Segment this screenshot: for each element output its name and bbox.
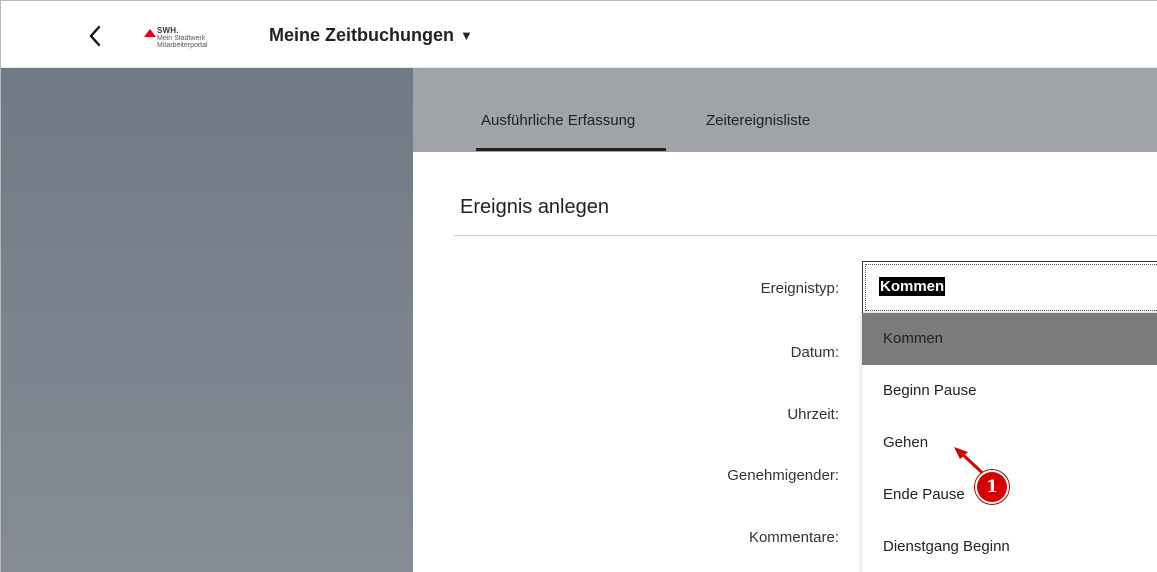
dropdown-option-label: Gehen [883, 434, 929, 451]
annotation-badge: 1 [975, 470, 1009, 504]
section-title: Ereignis anlegen [460, 196, 609, 218]
caret-down-icon: ▼ [460, 28, 473, 43]
company-logo: SWH. Mein Stadtwerk Mitarbeiterportal [141, 23, 241, 51]
chevron-left-icon [89, 25, 101, 47]
back-button[interactable] [83, 23, 107, 49]
section-divider [454, 235, 1157, 236]
dropdown-option-label: Kommen [883, 330, 944, 347]
dropdown-option-beginn-pause[interactable]: Beginn Pause [862, 365, 1157, 417]
master-pane [1, 68, 413, 572]
logo-subtitle-line2: Mitarbeiterportal [157, 42, 208, 49]
active-tab-indicator [476, 148, 666, 151]
tab-ausfuehrliche-erfassung[interactable]: Ausführliche Erfassung [481, 112, 635, 129]
app-title: Meine Zeitbuchungen [269, 25, 455, 45]
event-type-select[interactable]: Kommen [862, 261, 1157, 314]
logo-subtitle-line1: Mein Stadtwerk [157, 35, 206, 42]
event-type-select-value: Kommen [879, 277, 946, 296]
logo-triangle-icon [144, 29, 156, 37]
dropdown-option-dienstgang-beginn[interactable]: Dienstgang Beginn [862, 521, 1157, 572]
shell-bar: SWH. Mein Stadtwerk Mitarbeiterportal Me… [1, 1, 1157, 68]
approver-label: Genehmigender: [727, 467, 839, 484]
app-title-menu[interactable]: Meine Zeitbuchungen ▼ [269, 25, 473, 46]
dropdown-option-kommen[interactable]: Kommen [862, 313, 1157, 365]
time-label: Uhrzeit: [787, 406, 839, 423]
date-label: Datum: [790, 344, 839, 361]
comment-label: Kommentare: [748, 529, 839, 546]
logo-brand: SWH. [157, 26, 179, 35]
tab-zeitereignisliste[interactable]: Zeitereignisliste [706, 112, 810, 129]
dropdown-option-label: Beginn Pause [883, 382, 977, 399]
event-type-label: Ereignistyp: [760, 280, 839, 297]
tab-bar: Ausführliche Erfassung Zeitereignisliste [413, 68, 1157, 152]
dropdown-option-label: Dienstgang Beginn [883, 538, 1010, 555]
detail-pane: Ausführliche Erfassung Zeitereignisliste… [413, 68, 1157, 572]
